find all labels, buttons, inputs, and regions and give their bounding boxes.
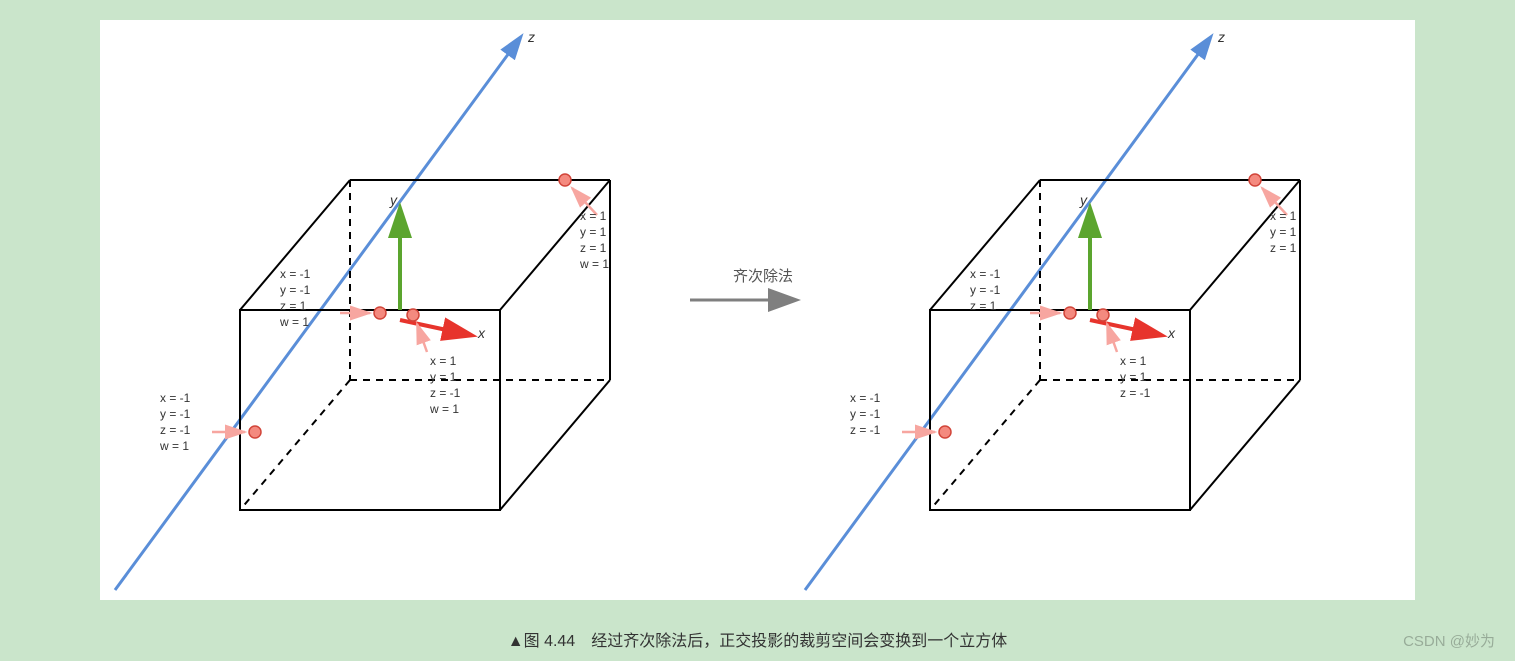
point-front-left [939,426,951,438]
svg-text:y = -1: y = -1 [850,407,881,421]
figure-caption: ▲图 4.44 经过齐次除法后，正交投影的裁剪空间会变换到一个立方体 [0,627,1515,651]
svg-text:z = -1: z = -1 [1120,386,1151,400]
svg-text:x = 1: x = 1 [580,209,607,223]
svg-text:z = -1: z = -1 [430,386,461,400]
svg-text:x = 1: x = 1 [1120,354,1147,368]
y-axis-label: y [1079,192,1088,208]
z-axis-label: z [527,29,535,45]
svg-text:z = 1: z = 1 [280,299,307,313]
svg-text:y = -1: y = -1 [970,283,1001,297]
x-axis-label: x [1167,325,1176,341]
svg-text:w = 1: w = 1 [579,257,609,271]
coords-back-left: x = -1 y = -1 z = 1 w = 1 [279,267,311,329]
z-axis [805,38,1210,590]
svg-text:y = -1: y = -1 [280,283,311,297]
svg-text:y = 1: y = 1 [1120,370,1147,384]
point-top-right [559,174,571,186]
point-origin-front [407,309,419,321]
svg-text:z = 1: z = 1 [580,241,607,255]
watermark: CSDN @妙为 [1403,630,1495,651]
coords-front-left: x = -1 y = -1 z = -1 [850,391,881,437]
z-axis [115,38,520,590]
svg-text:y = 1: y = 1 [580,225,607,239]
point-back-left [374,307,386,319]
svg-text:y = 1: y = 1 [430,370,457,384]
svg-text:w = 1: w = 1 [279,315,309,329]
svg-text:z = -1: z = -1 [160,423,191,437]
diagram-svg: z y x [100,20,1415,600]
left-cube: z y x [115,29,610,590]
svg-text:w = 1: w = 1 [159,439,189,453]
point-back-left [1064,307,1076,319]
coords-top-right: x = 1 y = 1 z = 1 [1270,209,1297,255]
coords-origin: x = 1 y = 1 z = -1 w = 1 [429,354,461,416]
point-front-left [249,426,261,438]
coords-back-left: x = -1 y = -1 z = 1 [970,267,1001,313]
coords-front-left: x = -1 y = -1 z = -1 w = 1 [159,391,191,453]
right-cube: z y x x [805,29,1300,590]
svg-text:x = -1: x = -1 [160,391,191,405]
svg-text:z = 1: z = 1 [1270,241,1297,255]
y-axis-label: y [389,192,398,208]
transition-label: 齐次除法 [718,265,808,286]
svg-text:x = -1: x = -1 [970,267,1001,281]
z-axis-label: z [1217,29,1225,45]
diagram-canvas: z y x [100,20,1415,600]
svg-text:z = -1: z = -1 [850,423,881,437]
x-axis [400,320,470,335]
svg-text:x = -1: x = -1 [280,267,311,281]
svg-text:x = 1: x = 1 [430,354,457,368]
coords-origin: x = 1 y = 1 z = -1 [1120,354,1151,400]
x-axis [1090,320,1160,335]
point-origin-front [1097,309,1109,321]
svg-text:z = 1: z = 1 [970,299,997,313]
x-axis-label: x [477,325,486,341]
svg-text:x = -1: x = -1 [850,391,881,405]
point-top-right [1249,174,1261,186]
svg-text:w = 1: w = 1 [429,402,459,416]
coords-top-right: x = 1 y = 1 z = 1 w = 1 [579,209,609,271]
svg-text:x = 1: x = 1 [1270,209,1297,223]
svg-text:y = 1: y = 1 [1270,225,1297,239]
svg-text:y = -1: y = -1 [160,407,191,421]
